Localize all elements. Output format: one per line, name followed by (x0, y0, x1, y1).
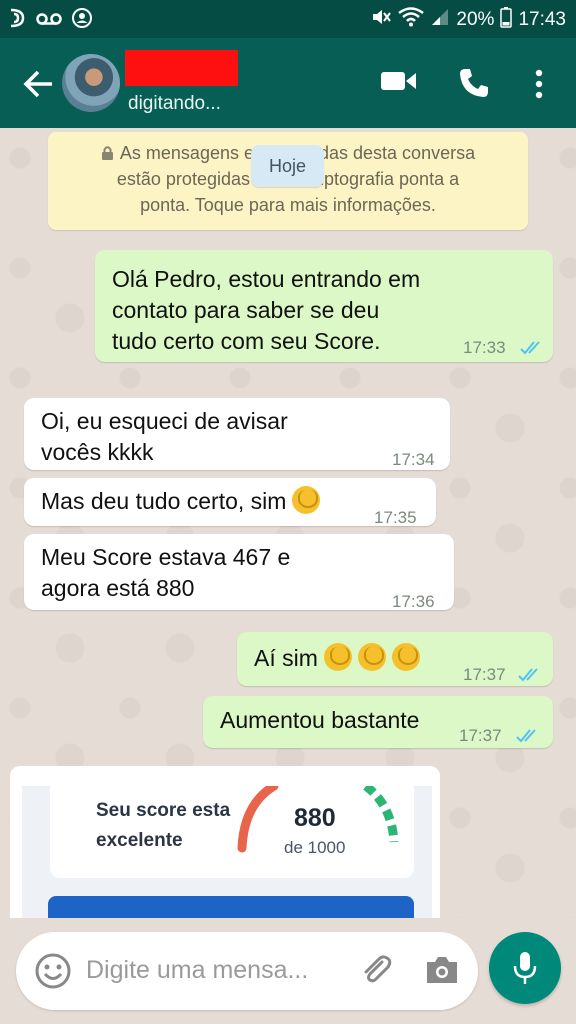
contact-status: digitando... (128, 93, 221, 114)
message-line: Aí sim (254, 645, 318, 671)
camera-icon[interactable] (424, 954, 460, 991)
message-line: Oi, eu esqueci de avisar (41, 408, 288, 434)
clapping-hands-emoji-icon (323, 643, 352, 671)
score-caption-line2: excelente (96, 830, 183, 851)
lock-icon (101, 146, 113, 160)
voicemail-icon (36, 10, 62, 32)
message-time: 17:35 (374, 508, 417, 527)
message-input[interactable]: Digite uma mensa... (86, 956, 308, 985)
message-time: 17:37 (459, 726, 502, 745)
battery-icon (500, 6, 513, 34)
video-call-icon[interactable] (380, 66, 418, 101)
message-line: Mas deu tudo certo, sim (41, 488, 287, 514)
message-line: agora está 880 (41, 575, 195, 601)
message-line: Aumentou bastante (220, 707, 420, 733)
blue-banner (48, 896, 414, 918)
message-bubble-incoming[interactable]: Oi, eu esqueci de avisar vocês kkkk 17:3… (24, 398, 450, 470)
phone-call-icon[interactable] (458, 67, 490, 104)
more-options-icon[interactable] (534, 69, 544, 104)
message-bubble-outgoing[interactable]: Olá Pedro, estou entrando em contato par… (95, 250, 553, 362)
attach-icon[interactable] (358, 952, 394, 993)
message-composer[interactable]: Digite uma mensa... (16, 932, 478, 1010)
score-value: 880 (294, 804, 336, 832)
message-line: vocês kkkk (41, 439, 154, 465)
microphone-icon (513, 950, 537, 991)
chat-area[interactable]: As mensagens e das desta conversa estão … (0, 128, 576, 918)
read-receipt-icon (519, 334, 545, 355)
wifi-icon (398, 7, 425, 33)
raising-hands-emoji-icon (292, 486, 321, 514)
whatsapp-notification-icon (8, 8, 26, 34)
battery-text: 20% (456, 9, 495, 30)
mute-icon (370, 6, 392, 34)
message-bubble-outgoing[interactable]: Aí sim 17:37 (237, 632, 553, 686)
message-time: 17:34 (392, 450, 435, 469)
chat-header: digitando... (0, 38, 576, 128)
back-arrow-icon[interactable] (20, 66, 56, 102)
message-time: 17:33 (463, 338, 506, 357)
message-time: 17:36 (392, 592, 435, 611)
redacted-contact-name[interactable] (125, 50, 238, 86)
message-line: Meu Score estava 467 e (41, 544, 291, 570)
message-line: Olá Pedro, estou entrando em (112, 266, 421, 292)
clock-text: 17:43 (518, 9, 566, 30)
emoji-icon[interactable] (34, 952, 72, 995)
encryption-text-line3: ponta. Toque para mais informações. (140, 195, 436, 215)
read-receipt-icon (517, 661, 543, 682)
read-receipt-icon (515, 722, 541, 743)
score-card: Seu score esta excelente 880 de 1000 (50, 786, 414, 878)
message-line: contato para saber se deu (112, 297, 380, 323)
status-bar: 20% 17:43 (0, 0, 576, 38)
avatar[interactable] (62, 54, 120, 112)
clapping-hands-emoji-icon (391, 643, 420, 671)
score-caption-line1: Seu score esta (96, 800, 231, 821)
message-bubble-incoming[interactable]: Meu Score estava 467 e agora está 880 17… (24, 534, 454, 611)
signal-icon (430, 7, 450, 33)
message-line: tudo certo com seu Score. (112, 328, 381, 354)
score-max: de 1000 (284, 838, 346, 857)
mic-button[interactable] (489, 932, 561, 1004)
date-chip: Hoje (251, 145, 324, 187)
message-bubble-incoming[interactable]: Mas deu tudo certo, sim 17:35 (24, 478, 436, 527)
clapping-hands-emoji-icon (357, 643, 386, 671)
message-bubble-outgoing[interactable]: Aumentou bastante 17:37 (203, 696, 553, 748)
account-icon (72, 8, 92, 34)
message-time: 17:37 (463, 665, 506, 684)
